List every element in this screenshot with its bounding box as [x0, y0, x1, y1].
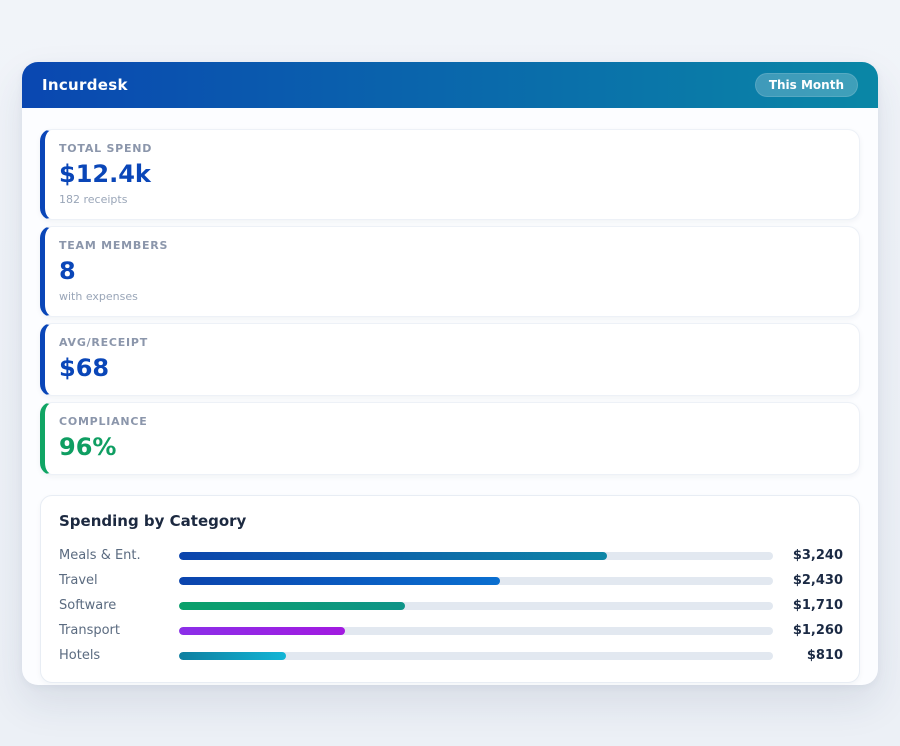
category-bar-track: [179, 627, 773, 635]
category-value: $1,260: [781, 623, 843, 638]
stat-label: AVG/RECEIPT: [59, 336, 843, 350]
category-label: Transport: [59, 623, 179, 638]
category-bar-fill: [179, 627, 345, 635]
category-value: $810: [781, 648, 843, 663]
app-window: Incurdesk This Month TOTAL SPEND $12.4k …: [22, 62, 878, 685]
category-label: Meals & Ent.: [59, 548, 179, 563]
category-bar-track: [179, 577, 773, 585]
stat-label: TOTAL SPEND: [59, 142, 843, 156]
category-bar-fill: [179, 602, 405, 610]
category-bar-track: [179, 652, 773, 660]
stat-card-compliance: COMPLIANCE 96%: [40, 402, 860, 475]
category-label: Hotels: [59, 648, 179, 663]
stat-card-team-members: TEAM MEMBERS 8 with expenses: [40, 226, 860, 317]
category-value: $3,240: [781, 548, 843, 563]
stat-subtext: with expenses: [59, 289, 843, 304]
category-bar-fill: [179, 577, 500, 585]
stat-value: $12.4k: [59, 159, 843, 189]
stat-card-avg-receipt: AVG/RECEIPT $68: [40, 323, 860, 396]
category-row: Meals & Ent. $3,240: [59, 543, 843, 568]
stat-label: TEAM MEMBERS: [59, 239, 843, 253]
stat-label: COMPLIANCE: [59, 415, 843, 429]
stat-value: $68: [59, 353, 843, 383]
category-bar-fill: [179, 652, 286, 660]
category-value: $1,710: [781, 598, 843, 613]
category-row: Software $1,710: [59, 593, 843, 618]
app-header: Incurdesk This Month: [22, 62, 878, 108]
category-bar-track: [179, 552, 773, 560]
category-rows: Meals & Ent. $3,240 Travel $2,430 Software $1…: [59, 543, 843, 668]
period-badge-button[interactable]: This Month: [755, 73, 858, 97]
spending-section-title: Spending by Category: [59, 512, 843, 530]
category-value: $2,430: [781, 573, 843, 588]
category-row: Hotels $810: [59, 643, 843, 668]
category-label: Travel: [59, 573, 179, 588]
stat-value: 8: [59, 256, 843, 286]
stat-subtext: 182 receipts: [59, 192, 843, 207]
category-row: Transport $1,260: [59, 618, 843, 643]
category-bar-fill: [179, 552, 607, 560]
stat-card-total-spend: TOTAL SPEND $12.4k 182 receipts: [40, 129, 860, 220]
dashboard-body: TOTAL SPEND $12.4k 182 receipts TEAM MEM…: [22, 108, 878, 685]
stat-value: 96%: [59, 432, 843, 462]
page-background: { "header": { "title": "Incurdesk", "per…: [0, 0, 900, 746]
category-label: Software: [59, 598, 179, 613]
spending-by-category-card: Spending by Category Meals & Ent. $3,240 T…: [40, 495, 860, 683]
app-title: Incurdesk: [42, 76, 128, 94]
category-row: Travel $2,430: [59, 568, 843, 593]
category-bar-track: [179, 602, 773, 610]
